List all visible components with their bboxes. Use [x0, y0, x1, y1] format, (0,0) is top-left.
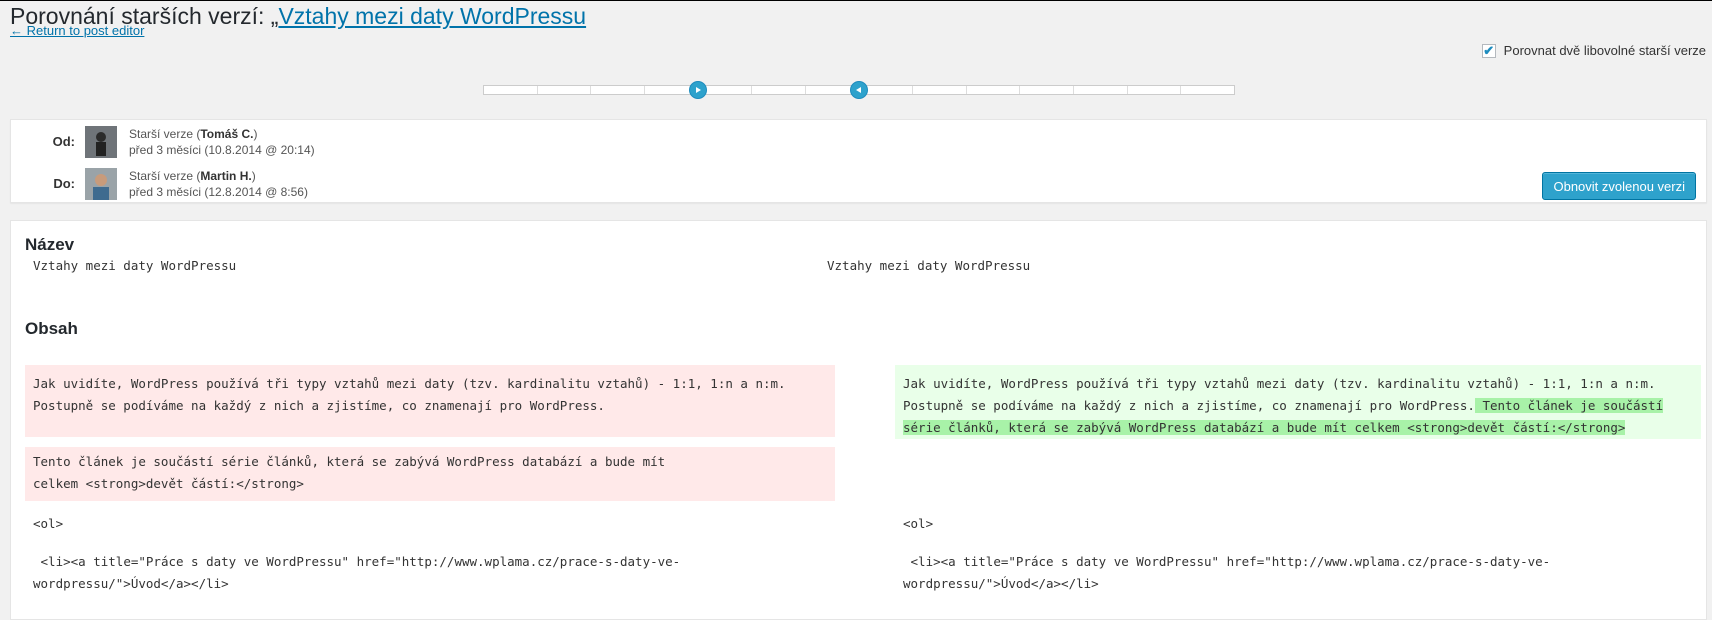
slider-tick[interactable]: [967, 86, 1021, 94]
slider-tick[interactable]: [538, 86, 592, 94]
slider-tick[interactable]: [913, 86, 967, 94]
slider-tick[interactable]: [1181, 86, 1234, 94]
inserted-block: Jak uvidíte, WordPress používá tři typy …: [895, 365, 1701, 439]
left-title-value: Vztahy mezi daty WordPressu: [33, 258, 237, 273]
right-ol-line: <ol>: [903, 516, 934, 531]
revision-meta-panel: Od: Starší verze (Tomáš C.) před 3 měsíc…: [10, 119, 1707, 203]
left-ol-line: <ol>: [33, 516, 64, 531]
avatar: [85, 168, 117, 200]
to-time-ago: před 3 měsíci: [129, 185, 202, 199]
avatar: [85, 126, 117, 158]
slider-handle-to[interactable]: [850, 81, 868, 99]
meta-from-row: Od: Starší verze (Tomáš C.) před 3 měsíc…: [11, 126, 315, 158]
from-label: Od:: [52, 134, 75, 149]
slider-handle-from[interactable]: [689, 81, 707, 99]
compare-label: Porovnat dvě libovolné starší verze: [1503, 43, 1706, 58]
from-author: Tomáš C.: [200, 127, 254, 141]
title-heading: Název: [25, 235, 75, 254]
deleted-block: Jak uvidíte, WordPress používá tři typy …: [25, 365, 835, 437]
slider-tick[interactable]: [1020, 86, 1075, 94]
post-title-link[interactable]: Vztahy mezi daty WordPressu: [278, 3, 586, 29]
from-date: (10.8.2014 @ 20:14): [204, 143, 315, 157]
window-top-border: [0, 0, 1712, 1]
deleted-block: Tento článek je součástí série článků, k…: [25, 447, 835, 501]
from-time-ago: před 3 měsíci: [129, 143, 202, 157]
slider-tick[interactable]: [752, 86, 806, 94]
to-author: Martin H.: [200, 169, 252, 183]
to-label: Do:: [53, 176, 75, 191]
compare-any-two-toggle[interactable]: ✔ Porovnat dvě libovolné starší verze: [1481, 43, 1706, 58]
slider-tick[interactable]: [591, 86, 645, 94]
content-heading: Obsah: [25, 319, 78, 338]
play-left-icon: [856, 87, 861, 93]
from-info: Starší verze (Tomáš C.) před 3 měsíci (1…: [129, 127, 315, 157]
diff-panel: Název Vztahy mezi daty WordPressu Vztahy…: [10, 220, 1707, 620]
compare-checkbox[interactable]: ✔: [1481, 43, 1496, 58]
slider-tick[interactable]: [1128, 86, 1182, 94]
meta-to-row: Do: Starší verze (Martin H.) před 3 měsí…: [11, 168, 308, 200]
to-info: Starší verze (Martin H.) před 3 měsíci (…: [129, 169, 308, 199]
slider-tick[interactable]: [484, 86, 538, 94]
return-to-editor-link[interactable]: ← Return to post editor: [10, 23, 144, 38]
left-li-line: <li><a title="Práce s daty ve WordPressu…: [33, 554, 681, 591]
slider-tick[interactable]: [1074, 86, 1128, 94]
restore-revision-button[interactable]: Obnovit zvolenou verzi: [1542, 172, 1696, 200]
right-li-line: <li><a title="Práce s daty ve WordPressu…: [903, 554, 1551, 591]
right-title-value: Vztahy mezi daty WordPressu: [827, 258, 1031, 273]
to-date: (12.8.2014 @ 8:56): [204, 185, 308, 199]
checkmark-icon: ✔: [1483, 43, 1495, 58]
play-right-icon: [696, 87, 701, 93]
